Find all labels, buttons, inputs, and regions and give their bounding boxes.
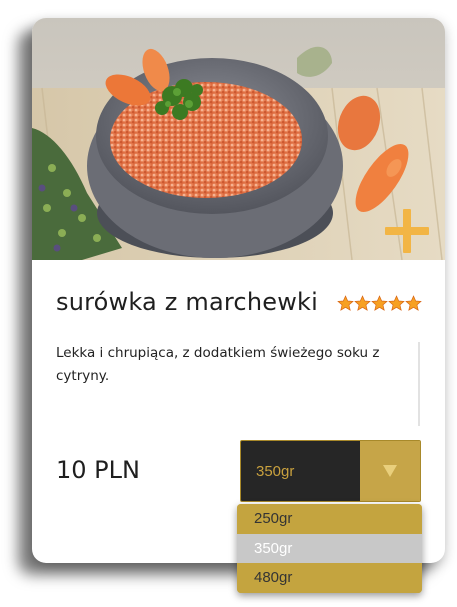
rating-stars xyxy=(337,295,422,312)
portion-option-480gr[interactable]: 480gr xyxy=(237,563,422,593)
triangle-down-icon xyxy=(383,465,397,477)
star-icon xyxy=(337,295,354,311)
product-price: 10 PLN xyxy=(56,456,140,484)
portion-select-value[interactable]: 350gr xyxy=(241,441,360,501)
portion-option-350gr[interactable]: 350gr xyxy=(237,533,422,564)
product-title: surówka z marchewki xyxy=(56,288,318,316)
product-photo xyxy=(32,18,445,260)
star-icon xyxy=(354,295,371,311)
plus-icon[interactable] xyxy=(385,209,429,253)
star-icon xyxy=(405,295,422,311)
product-description: Lekka i chrupiąca, z dodatkiem świeżego … xyxy=(56,345,380,384)
description-scrollbar[interactable] xyxy=(418,342,420,426)
star-icon xyxy=(371,295,388,311)
portion-dropdown-menu: 250gr 350gr 480gr xyxy=(237,504,422,593)
star-icon xyxy=(388,295,405,311)
portion-select[interactable]: 350gr xyxy=(240,440,421,502)
portion-option-250gr[interactable]: 250gr xyxy=(237,504,422,534)
dropdown-toggle[interactable] xyxy=(360,441,420,501)
